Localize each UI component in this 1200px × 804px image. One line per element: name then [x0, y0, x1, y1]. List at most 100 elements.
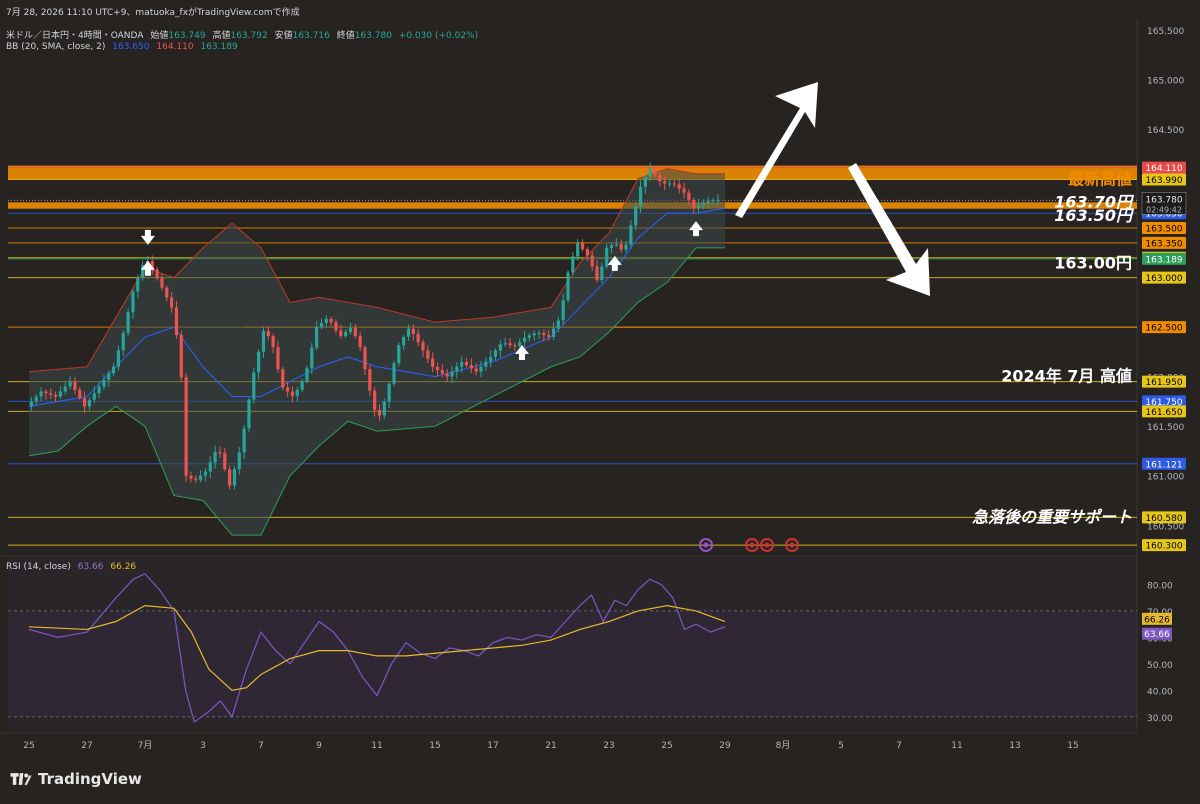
candle-body [203, 471, 208, 476]
open-value: 163.749 [168, 31, 206, 41]
chart-annotation: 急落後の重要サポート [972, 507, 1132, 526]
candle-body [165, 287, 169, 298]
time-axis-tick: 25 [23, 741, 34, 751]
rsi-legend[interactable]: RSI (14, close) 63.66 66.26 [6, 562, 140, 572]
candle-body [522, 337, 527, 342]
candle-body [629, 225, 633, 245]
candle-body [638, 186, 643, 207]
bb-legend[interactable]: BB (20, SMA, close, 2) 163.650 164.110 1… [6, 42, 242, 52]
time-axis-tick: 7月 [138, 740, 153, 751]
candle-body [416, 333, 420, 343]
candle-body [300, 381, 304, 390]
high-value: 163.792 [230, 31, 268, 41]
candle-body [672, 183, 676, 185]
candle-body [160, 277, 164, 288]
economic-event-dot [703, 542, 709, 548]
candle-body [305, 368, 309, 382]
symbol-label[interactable]: 米ドル／日本円・4時間・OANDA [6, 31, 143, 41]
candle-body [295, 389, 299, 396]
candle-body [663, 181, 667, 184]
candle-body [368, 369, 372, 391]
candle-body [513, 345, 517, 347]
candle-body [614, 244, 618, 246]
candle-body [82, 398, 87, 407]
high-label: 高値 [212, 31, 231, 41]
tradingview-logo-icon [10, 773, 32, 785]
candle-body [590, 255, 594, 267]
candle-body [315, 327, 319, 348]
low-value: 163.716 [292, 31, 330, 41]
candle-body [474, 368, 478, 372]
candle-body [382, 401, 386, 416]
candle-body [460, 361, 464, 367]
time-axis-tick: 15 [1067, 741, 1078, 751]
candle-body [701, 202, 705, 206]
candle-body [271, 336, 275, 348]
chart-svg: 最新高値163.70円163.50円163.00円2024年 7月 高値急落後の… [0, 0, 1200, 804]
price-level-badge-label: 160.580 [1145, 514, 1182, 524]
time-axis-tick: 29 [719, 741, 731, 751]
candle-body [547, 335, 551, 337]
rsi-axis-tick: 80.00 [1147, 581, 1173, 591]
rsi-axis-tick: 30.00 [1147, 714, 1173, 724]
candle-body [363, 347, 367, 370]
candle-body [199, 475, 203, 480]
candle-body [92, 393, 96, 400]
time-axis-tick: 13 [1009, 741, 1020, 751]
candle-body [561, 300, 565, 321]
candle-body [87, 399, 92, 407]
candle-body [566, 272, 570, 301]
price-axis-tick: 161.500 [1147, 423, 1184, 433]
low-label: 安値 [274, 31, 293, 41]
candle-body [97, 386, 101, 394]
candle-body [426, 350, 430, 359]
candle-body [406, 328, 411, 337]
price-level-badge-label: 163.990 [1145, 176, 1182, 186]
candle-body [58, 391, 63, 397]
candle-body [290, 391, 295, 396]
candle-body [344, 332, 348, 337]
candle-body [276, 347, 280, 370]
candle-body [450, 371, 454, 377]
candle-body [585, 249, 589, 256]
change-value: +0.030 (+0.02%) [398, 31, 479, 41]
candle-body [184, 377, 188, 476]
candle-body [542, 332, 546, 336]
economic-event-dot [764, 542, 770, 548]
rsi-value-badge-label: 66.26 [1144, 615, 1170, 625]
candle-body [609, 245, 614, 248]
tradingview-footer[interactable]: TradingView [10, 770, 142, 788]
tradingview-brand: TradingView [38, 770, 142, 788]
price-level-badge-label: 162.500 [1145, 324, 1182, 334]
candle-body [411, 328, 415, 334]
candle-body [63, 386, 67, 392]
candle-body [493, 350, 498, 357]
candle-body [228, 469, 232, 486]
candle-body [706, 201, 710, 203]
candle-body [34, 396, 38, 402]
candle-body [455, 366, 459, 372]
candle-body [619, 244, 623, 250]
candle-body [605, 247, 609, 267]
rsi-label: RSI (14, close) [6, 562, 71, 572]
candle-body [711, 200, 715, 202]
candle-body [310, 347, 314, 369]
time-axis-tick: 8月 [776, 740, 791, 751]
bb-lower-value: 163.189 [200, 42, 238, 52]
candle-body [247, 399, 251, 429]
candle-body [392, 363, 396, 384]
candle-body [189, 475, 193, 479]
candle-body [179, 335, 183, 378]
candle-body [232, 468, 237, 486]
candle-body [73, 381, 77, 390]
rsi-axis-tick: 40.00 [1147, 687, 1173, 697]
price-axis-tick: 165.500 [1147, 27, 1184, 37]
time-axis-tick: 5 [838, 741, 844, 751]
open-label: 始値 [150, 31, 169, 41]
candle-body [402, 336, 406, 346]
candle-body [692, 200, 696, 209]
candle-body [527, 335, 531, 338]
candle-body [556, 320, 560, 329]
time-axis-tick: 9 [316, 741, 322, 751]
candle-body [677, 184, 681, 189]
